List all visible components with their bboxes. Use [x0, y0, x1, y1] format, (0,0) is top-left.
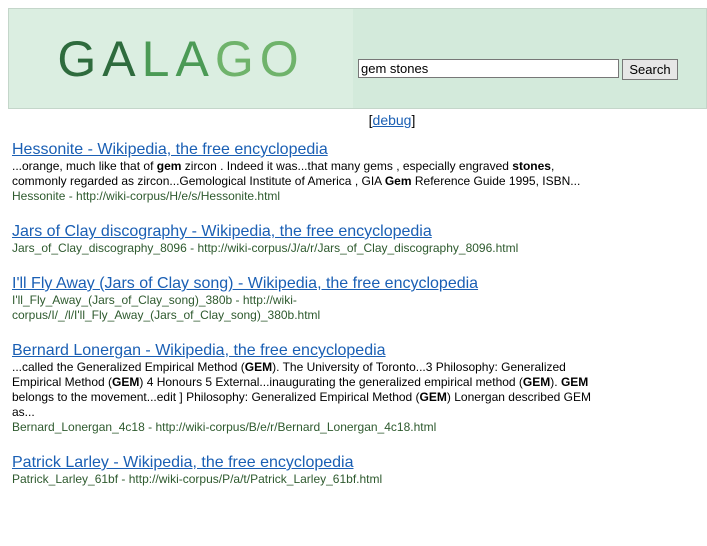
header-banner: GALAGO Search — [8, 8, 707, 109]
result-title-link[interactable]: I'll Fly Away (Jars of Clay song) - Wiki… — [12, 274, 592, 293]
result-item: Hessonite - Wikipedia, the free encyclop… — [12, 140, 592, 204]
results-list: Hessonite - Wikipedia, the free encyclop… — [12, 140, 592, 505]
search-input[interactable] — [358, 59, 619, 78]
debug-bracket-close: ] — [411, 112, 416, 128]
galago-logo[interactable]: GALAGO — [57, 30, 304, 88]
result-title-link[interactable]: Hessonite - Wikipedia, the free encyclop… — [12, 140, 592, 159]
logo-part-2: LA — [141, 30, 215, 87]
logo-part-1: GA — [57, 30, 142, 87]
result-url: Hessonite - http://wiki-corpus/H/e/s/Hes… — [12, 189, 281, 203]
result-item: Patrick Larley - Wikipedia, the free enc… — [12, 453, 592, 487]
logo-part-3: GO — [214, 30, 305, 87]
debug-link[interactable]: debug — [373, 112, 412, 128]
result-title-link[interactable]: Jars of Clay discography - Wikipedia, th… — [12, 222, 592, 241]
result-item: I'll Fly Away (Jars of Clay song) - Wiki… — [12, 274, 592, 323]
debug-link-wrapper: [debug] — [0, 112, 707, 128]
result-snippet: ...called the Generalized Empirical Meth… — [12, 360, 591, 419]
result-title-link[interactable]: Patrick Larley - Wikipedia, the free enc… — [12, 453, 592, 472]
result-item: Jars of Clay discography - Wikipedia, th… — [12, 222, 592, 256]
result-snippet: ...orange, much like that of gem zircon … — [12, 159, 581, 188]
search-button[interactable]: Search — [622, 59, 678, 80]
result-title-link[interactable]: Bernard Lonergan - Wikipedia, the free e… — [12, 341, 592, 360]
result-url: Bernard_Lonergan_4c18 - http://wiki-corp… — [12, 420, 437, 434]
result-url: Jars_of_Clay_discography_8096 - http://w… — [12, 241, 519, 255]
result-item: Bernard Lonergan - Wikipedia, the free e… — [12, 341, 592, 435]
logo-area: GALAGO — [9, 9, 353, 108]
result-url: I'll_Fly_Away_(Jars_of_Clay_song)_380b -… — [12, 293, 321, 322]
result-url: Patrick_Larley_61bf - http://wiki-corpus… — [12, 472, 383, 486]
